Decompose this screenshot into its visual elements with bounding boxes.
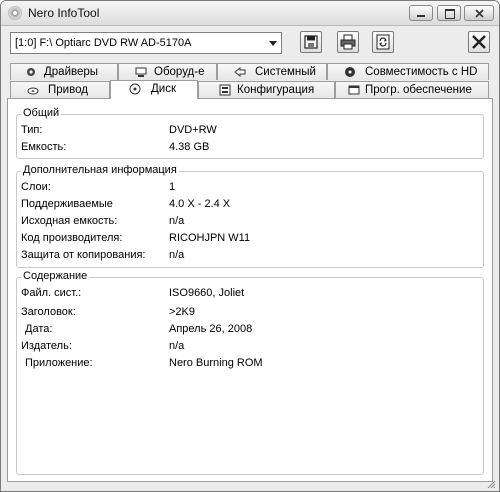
info-row: Поддерживаемые 4.0 X - 2.4 X bbox=[21, 197, 477, 213]
additional-info-group: Дополнительная информация Слои: 1 Поддер… bbox=[16, 164, 484, 268]
toolbar: [1:0] F:\ Optiarc DVD RW AD-5170A bbox=[1, 26, 499, 60]
content-group: Содержание Файл. сист.: ISO9660, Joliet … bbox=[16, 270, 484, 475]
field-label: Исходная емкость: bbox=[21, 215, 118, 227]
info-row: Емкость: 4.38 GB bbox=[21, 140, 477, 156]
refresh-button[interactable] bbox=[372, 31, 394, 53]
tab-configuration[interactable]: Конфигурация bbox=[198, 81, 335, 98]
field-value: Nero Burning ROM bbox=[169, 357, 263, 369]
resize-grip-icon[interactable] bbox=[486, 479, 496, 489]
field-value: DVD+RW bbox=[169, 124, 217, 136]
info-row: Тип: DVD+RW bbox=[21, 123, 477, 139]
info-row: Код производителя: RICOHJPN W11 bbox=[21, 231, 477, 247]
field-label: Защита от копирования: bbox=[21, 249, 146, 261]
tab-drivers[interactable]: Драйверы bbox=[10, 63, 118, 80]
hardware-icon bbox=[135, 67, 147, 77]
info-row: Издатель: n/a bbox=[21, 339, 477, 355]
field-label: Приложение: bbox=[25, 357, 93, 369]
info-row: Слои: 1 bbox=[21, 180, 477, 196]
field-value: RICOHJPN W11 bbox=[169, 232, 251, 244]
close-window-button[interactable] bbox=[464, 5, 494, 21]
exit-button[interactable] bbox=[468, 31, 490, 53]
tab-hardware[interactable]: Оборуд-е bbox=[118, 63, 217, 80]
disc-info-panel: Общий Тип: DVD+RW Емкость: 4.38 GB Допол… bbox=[7, 98, 493, 482]
field-value: >2K9 bbox=[169, 306, 195, 318]
minimize-button[interactable] bbox=[409, 5, 433, 21]
tab-drive[interactable]: Привод bbox=[10, 81, 110, 98]
window-title: Nero InfoTool bbox=[28, 6, 100, 20]
save-icon bbox=[304, 35, 318, 49]
tab-label: Системный bbox=[255, 66, 316, 78]
gear-icon bbox=[27, 68, 35, 76]
close-icon bbox=[472, 35, 486, 49]
save-button[interactable] bbox=[300, 31, 322, 53]
print-button[interactable] bbox=[337, 31, 359, 53]
tab-software[interactable]: Прогр. обеспечение bbox=[335, 81, 489, 98]
hd-icon bbox=[345, 67, 355, 77]
field-value: Апрель 26, 2008 bbox=[169, 323, 253, 335]
field-label: Заголовок: bbox=[21, 306, 76, 318]
tab-label: Совместимость с HD bbox=[365, 66, 478, 78]
disc-icon bbox=[129, 83, 141, 95]
field-value: n/a bbox=[169, 340, 185, 352]
info-row: Защита от копирования: n/a bbox=[21, 248, 477, 264]
field-label: Поддерживаемые bbox=[21, 198, 113, 210]
close-icon bbox=[475, 9, 484, 18]
app-window: Nero InfoTool [1:0] F:\ Optiarc DVD RW A… bbox=[0, 0, 500, 492]
title-bar[interactable]: Nero InfoTool bbox=[1, 1, 499, 26]
field-label: Код производителя: bbox=[21, 232, 123, 244]
drive-select-value: [1:0] F:\ Optiarc DVD RW AD-5170A bbox=[15, 37, 192, 49]
info-row: Файл. сист.: ISO9660, Joliet bbox=[21, 286, 477, 302]
general-group: Общий Тип: DVD+RW Емкость: 4.38 GB bbox=[16, 107, 484, 159]
disc-app-icon bbox=[8, 6, 22, 20]
field-label: Издатель: bbox=[21, 340, 72, 352]
tab-label: Оборуд-е bbox=[154, 66, 205, 78]
software-icon bbox=[348, 85, 360, 95]
maximize-button[interactable] bbox=[437, 5, 461, 21]
tab-label: Диск bbox=[151, 83, 176, 95]
maximize-icon bbox=[445, 9, 455, 19]
drive-select[interactable]: [1:0] F:\ Optiarc DVD RW AD-5170A bbox=[10, 32, 282, 54]
tab-label: Конфигурация bbox=[237, 84, 315, 96]
field-value: 4.0 X - 2.4 X bbox=[169, 198, 231, 210]
info-row: Исходная емкость: n/a bbox=[21, 214, 477, 230]
minimize-icon bbox=[417, 15, 425, 17]
field-value: 1 bbox=[169, 181, 176, 193]
refresh-icon bbox=[376, 34, 390, 50]
info-row: Заголовок: >2K9 bbox=[21, 305, 477, 321]
tab-system[interactable]: Системный bbox=[217, 63, 327, 80]
field-value: n/a bbox=[169, 215, 185, 227]
info-row: Дата: Апрель 26, 2008 bbox=[25, 322, 481, 338]
printer-icon bbox=[340, 34, 356, 50]
field-label: Дата: bbox=[25, 323, 53, 335]
drive-icon bbox=[27, 87, 39, 95]
field-label: Емкость: bbox=[21, 141, 67, 153]
config-icon bbox=[219, 84, 231, 96]
tab-disc[interactable]: Диск bbox=[110, 80, 198, 99]
field-label: Тип: bbox=[21, 124, 43, 136]
tab-label: Драйверы bbox=[44, 66, 99, 78]
chevron-down-icon bbox=[269, 41, 277, 46]
field-label: Файл. сист.: bbox=[21, 287, 82, 299]
tab-label: Прогр. обеспечение bbox=[365, 84, 472, 96]
tab-hd-compatibility[interactable]: Совместимость с HD bbox=[327, 63, 489, 80]
system-icon bbox=[234, 66, 246, 78]
group-title: Содержание bbox=[21, 270, 90, 282]
field-value: 4.38 GB bbox=[169, 141, 210, 153]
field-value: n/a bbox=[169, 249, 185, 261]
field-value: ISO9660, Joliet bbox=[169, 287, 245, 299]
tab-label: Привод bbox=[48, 84, 88, 96]
info-row: Приложение: Nero Burning ROM bbox=[25, 356, 481, 372]
field-label: Слои: bbox=[21, 181, 51, 193]
group-title: Дополнительная информация bbox=[21, 164, 179, 176]
tab-strip: Драйверы Оборуд-е Системный Совместимост… bbox=[1, 63, 499, 99]
group-title: Общий bbox=[21, 107, 62, 119]
